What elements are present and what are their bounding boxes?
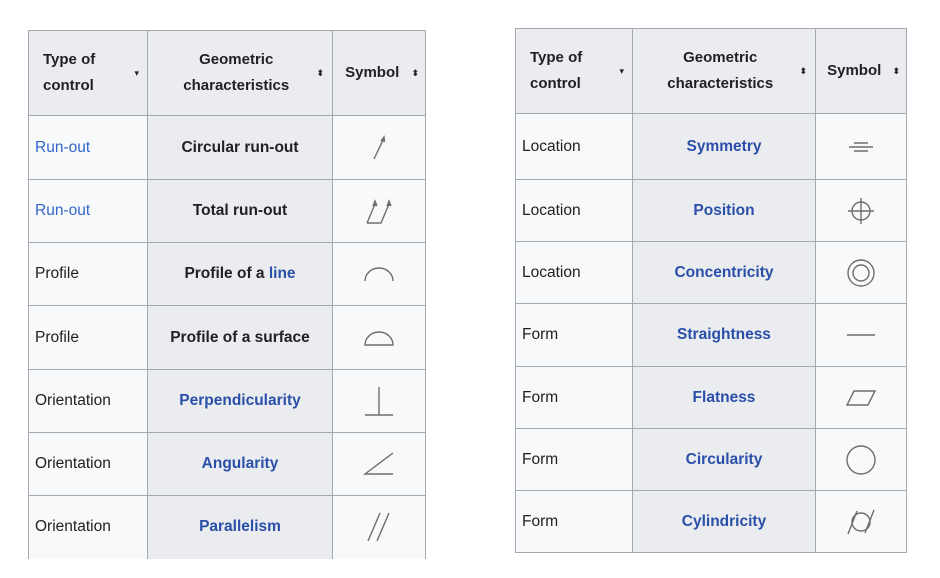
circular-runout-icon: [373, 134, 386, 159]
type-label: Profile: [35, 328, 79, 346]
angularity-icon: [362, 452, 394, 475]
concentricity-icon: [847, 258, 875, 287]
total-runout-icon: [366, 199, 392, 224]
perpendicularity-icon: [365, 387, 393, 416]
link-symmetry[interactable]: Symmetry: [687, 138, 762, 155]
header-type-of-control[interactable]: Type of control ▾: [515, 28, 633, 114]
type-label: Location: [522, 137, 581, 155]
type-label: Orientation: [35, 518, 111, 536]
table-row: Profile Profile of a line: [28, 242, 426, 306]
table-row: Location Symmetry: [515, 113, 907, 180]
sort-icon[interactable]: ⬍: [411, 60, 419, 86]
table-row: Form Straightness: [515, 303, 907, 367]
profile-surface-icon: [364, 330, 394, 346]
link-concentricity[interactable]: Concentricity: [674, 264, 773, 281]
link-cylindricity[interactable]: Cylindricity: [682, 513, 766, 530]
header-symbol[interactable]: Symbol ⬍: [815, 28, 907, 114]
link-position[interactable]: Position: [693, 202, 754, 219]
table-row: Location Position: [515, 179, 907, 242]
table-row: Orientation Angularity: [28, 432, 426, 496]
symmetry-icon: [849, 141, 873, 152]
sort-icon[interactable]: ⬍: [892, 58, 900, 84]
type-label: Location: [522, 201, 581, 219]
flatness-icon: [845, 389, 877, 406]
link-run-out[interactable]: Run-out: [35, 202, 90, 219]
table-row: Profile Profile of a surface: [28, 305, 426, 370]
cylindricity-icon: [847, 509, 875, 534]
header-geometric-characteristics[interactable]: Geometric characteristics ⬍: [632, 28, 816, 114]
gdt-table-left: Type of control ▾ Geometric characterist…: [28, 30, 426, 559]
char-label: Profile of a: [184, 265, 269, 282]
type-label: Orientation: [35, 392, 111, 409]
parallelism-icon: [367, 512, 390, 542]
table-row: Form Circularity: [515, 428, 907, 491]
type-label: Orientation: [35, 455, 111, 472]
char-label: Circular run-out: [181, 138, 299, 156]
header-symbol[interactable]: Symbol ⬍: [332, 30, 426, 116]
sort-desc-icon[interactable]: ▾: [619, 58, 624, 84]
link-run-out[interactable]: Run-out: [35, 139, 90, 156]
type-label: Profile: [35, 265, 79, 282]
header-geometric-characteristics[interactable]: Geometric characteristics ⬍: [147, 30, 333, 116]
position-icon: [848, 197, 874, 224]
straightness-icon: [847, 334, 875, 336]
table-row: Orientation Perpendicularity: [28, 369, 426, 433]
link-flatness[interactable]: Flatness: [693, 389, 756, 406]
type-label: Form: [522, 512, 559, 530]
link-parallelism[interactable]: Parallelism: [199, 518, 281, 535]
char-label: Total run-out: [192, 202, 288, 219]
link-angularity[interactable]: Angularity: [202, 455, 279, 472]
sort-desc-icon[interactable]: ▾: [134, 60, 139, 86]
table-row: Run-out Total run-out: [28, 179, 426, 243]
circularity-icon: [846, 444, 876, 475]
link-perpendicularity[interactable]: Perpendicularity: [179, 392, 300, 409]
link-straightness[interactable]: Straightness: [677, 326, 771, 343]
type-label: Form: [522, 450, 559, 468]
type-label: Form: [522, 326, 559, 343]
sort-icon[interactable]: ⬍: [799, 58, 807, 84]
table-row: Location Concentricity: [515, 241, 907, 304]
sort-icon[interactable]: ⬍: [316, 60, 324, 86]
table-row: Run-out Circular run-out: [28, 115, 426, 180]
table-row: Orientation Parallelism: [28, 495, 426, 559]
char-label: Profile of a surface: [170, 328, 310, 346]
table-row: Form Flatness: [515, 366, 907, 429]
type-label: Location: [522, 263, 581, 281]
header-type-of-control[interactable]: Type of control ▾: [28, 30, 148, 116]
table-row: Form Cylindricity: [515, 490, 907, 553]
gdt-table-right: Type of control ▾ Geometric characterist…: [515, 28, 907, 553]
link-line[interactable]: line: [269, 265, 296, 282]
profile-line-icon: [364, 267, 394, 282]
link-circularity[interactable]: Circularity: [686, 451, 763, 468]
type-label: Form: [522, 388, 559, 406]
